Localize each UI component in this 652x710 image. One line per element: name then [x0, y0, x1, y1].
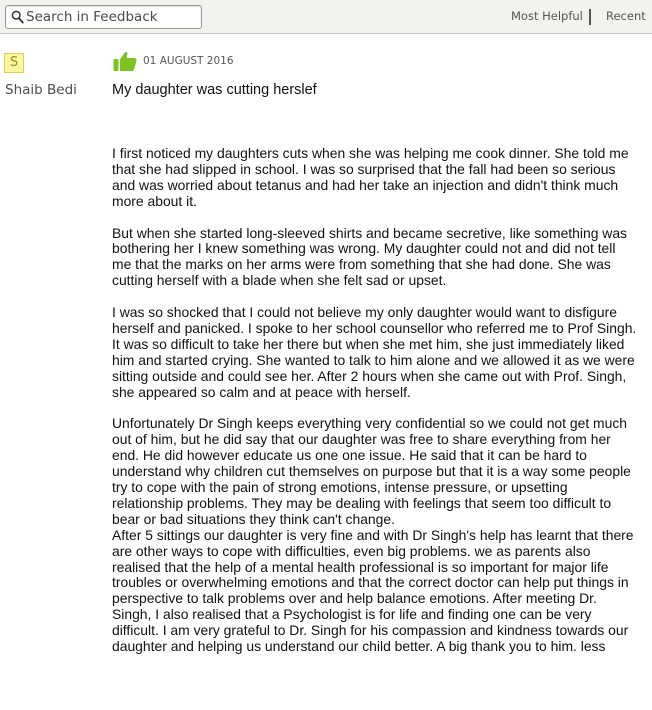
feedback-toolbar: Most Helpful Recent [0, 0, 652, 34]
review-paragraph: After 5 sittings our daughter is very fi… [112, 526, 634, 655]
search-input[interactable] [26, 7, 198, 27]
review-paragraph: Unfortunately Dr Singh keeps everything … [112, 415, 631, 527]
thumbs-up-icon[interactable] [113, 50, 137, 72]
avatar: S [4, 53, 24, 73]
review-title: My daughter was cutting herslef [112, 82, 317, 98]
review-author[interactable]: Shaib Bedi [5, 82, 77, 98]
review-body: I first noticed my daughters cuts when s… [112, 145, 652, 655]
review-paragraph: I first noticed my daughters cuts when s… [112, 145, 629, 209]
review-paragraph: I was so shocked that I could not believ… [112, 304, 637, 400]
search-box[interactable] [5, 5, 202, 29]
sort-most-helpful-link[interactable]: Most Helpful [511, 9, 583, 23]
review-paragraph: But when she started long-sleeved shirts… [112, 224, 627, 289]
review-date: 01 AUGUST 2016 [143, 55, 234, 67]
sort-recent-link[interactable]: Recent [606, 9, 646, 23]
sort-divider [589, 9, 591, 25]
search-icon [11, 10, 24, 24]
